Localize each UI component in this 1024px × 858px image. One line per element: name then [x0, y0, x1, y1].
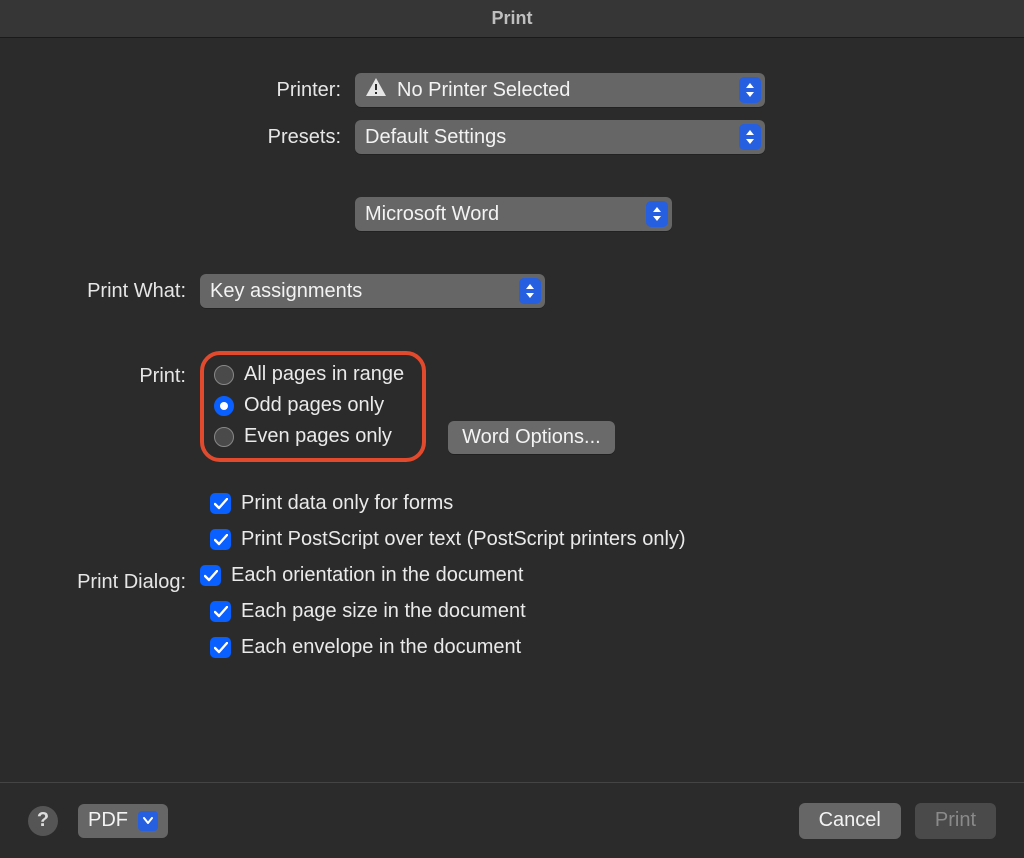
section-row: Microsoft Word: [20, 197, 1004, 231]
print-dialog-row: Print Dialog: Each orientation in the do…: [20, 564, 1004, 600]
word-options-button[interactable]: Word Options...: [448, 421, 615, 454]
section-select[interactable]: Microsoft Word: [355, 197, 672, 231]
radio-odd-pages[interactable]: Odd pages only: [214, 394, 404, 417]
presets-select[interactable]: Default Settings: [355, 120, 765, 154]
print-label: Print: [935, 809, 976, 832]
radio-all-pages[interactable]: All pages in range: [214, 363, 404, 386]
warning-icon: [365, 77, 387, 103]
checkbox-orientation[interactable]: Each orientation in the document: [200, 564, 523, 587]
radio-icon: [214, 365, 234, 385]
window-title: Print: [0, 0, 1024, 38]
checkbox-orientation-label: Each orientation in the document: [231, 564, 523, 587]
checkbox-icon: [210, 493, 231, 514]
cancel-label: Cancel: [819, 809, 881, 832]
print-range-group-highlight: All pages in range Odd pages only Even p…: [200, 351, 426, 462]
checkbox-postscript[interactable]: Print PostScript over text (PostScript p…: [210, 528, 1004, 551]
chevron-down-icon: [138, 811, 158, 831]
help-button[interactable]: ?: [28, 806, 58, 836]
checkbox-data-only-label: Print data only for forms: [241, 492, 453, 515]
radio-odd-label: Odd pages only: [244, 394, 384, 417]
updown-icon: [739, 77, 761, 103]
radio-all-label: All pages in range: [244, 363, 404, 386]
checkbox-data-only[interactable]: Print data only for forms: [210, 492, 1004, 515]
checkbox-pagesize-label: Each page size in the document: [241, 600, 526, 623]
print-button[interactable]: Print: [915, 803, 996, 839]
checkbox-postscript-label: Print PostScript over text (PostScript p…: [241, 528, 686, 551]
radio-icon: [214, 427, 234, 447]
printer-select[interactable]: No Printer Selected: [355, 73, 765, 107]
checkbox-pagesize[interactable]: Each page size in the document: [210, 600, 1004, 623]
checkbox-icon: [210, 529, 231, 550]
checkbox-envelope-label: Each envelope in the document: [241, 636, 521, 659]
print-what-select[interactable]: Key assignments: [200, 274, 545, 308]
printer-value: No Printer Selected: [397, 79, 570, 102]
print-what-label: Print What:: [20, 280, 200, 303]
radio-icon: [214, 396, 234, 416]
pdf-menu-button[interactable]: PDF: [78, 804, 168, 838]
updown-icon: [519, 278, 541, 304]
updown-icon: [646, 201, 668, 227]
presets-value: Default Settings: [365, 126, 506, 149]
help-icon: ?: [37, 809, 49, 832]
radio-even-pages[interactable]: Even pages only: [214, 425, 404, 448]
radio-even-label: Even pages only: [244, 425, 392, 448]
updown-icon: [739, 124, 761, 150]
presets-label: Presets:: [20, 126, 355, 149]
dialog-content: Printer: No Printer Selected Presets: De…: [0, 38, 1024, 659]
dialog-footer: ? PDF Cancel Print: [0, 782, 1024, 858]
presets-row: Presets: Default Settings: [20, 120, 1004, 154]
checkbox-area: Print data only for forms Print PostScri…: [20, 492, 1004, 659]
print-what-value: Key assignments: [210, 280, 362, 303]
checkbox-icon: [210, 601, 231, 622]
title-text: Print: [491, 8, 532, 29]
print-what-row: Print What: Key assignments: [20, 274, 1004, 308]
section-value: Microsoft Word: [365, 203, 499, 226]
print-range-label: Print:: [20, 351, 200, 388]
checkbox-envelope[interactable]: Each envelope in the document: [210, 636, 1004, 659]
pdf-label: PDF: [88, 809, 128, 832]
word-options-label: Word Options...: [462, 426, 601, 448]
printer-row: Printer: No Printer Selected: [20, 73, 1004, 107]
cancel-button[interactable]: Cancel: [799, 803, 901, 839]
print-dialog-label: Print Dialog:: [20, 571, 200, 594]
print-range-row: Print: All pages in range Odd pages only…: [20, 351, 1004, 462]
printer-label: Printer:: [20, 79, 355, 102]
checkbox-icon: [210, 637, 231, 658]
checkbox-icon: [200, 565, 221, 586]
